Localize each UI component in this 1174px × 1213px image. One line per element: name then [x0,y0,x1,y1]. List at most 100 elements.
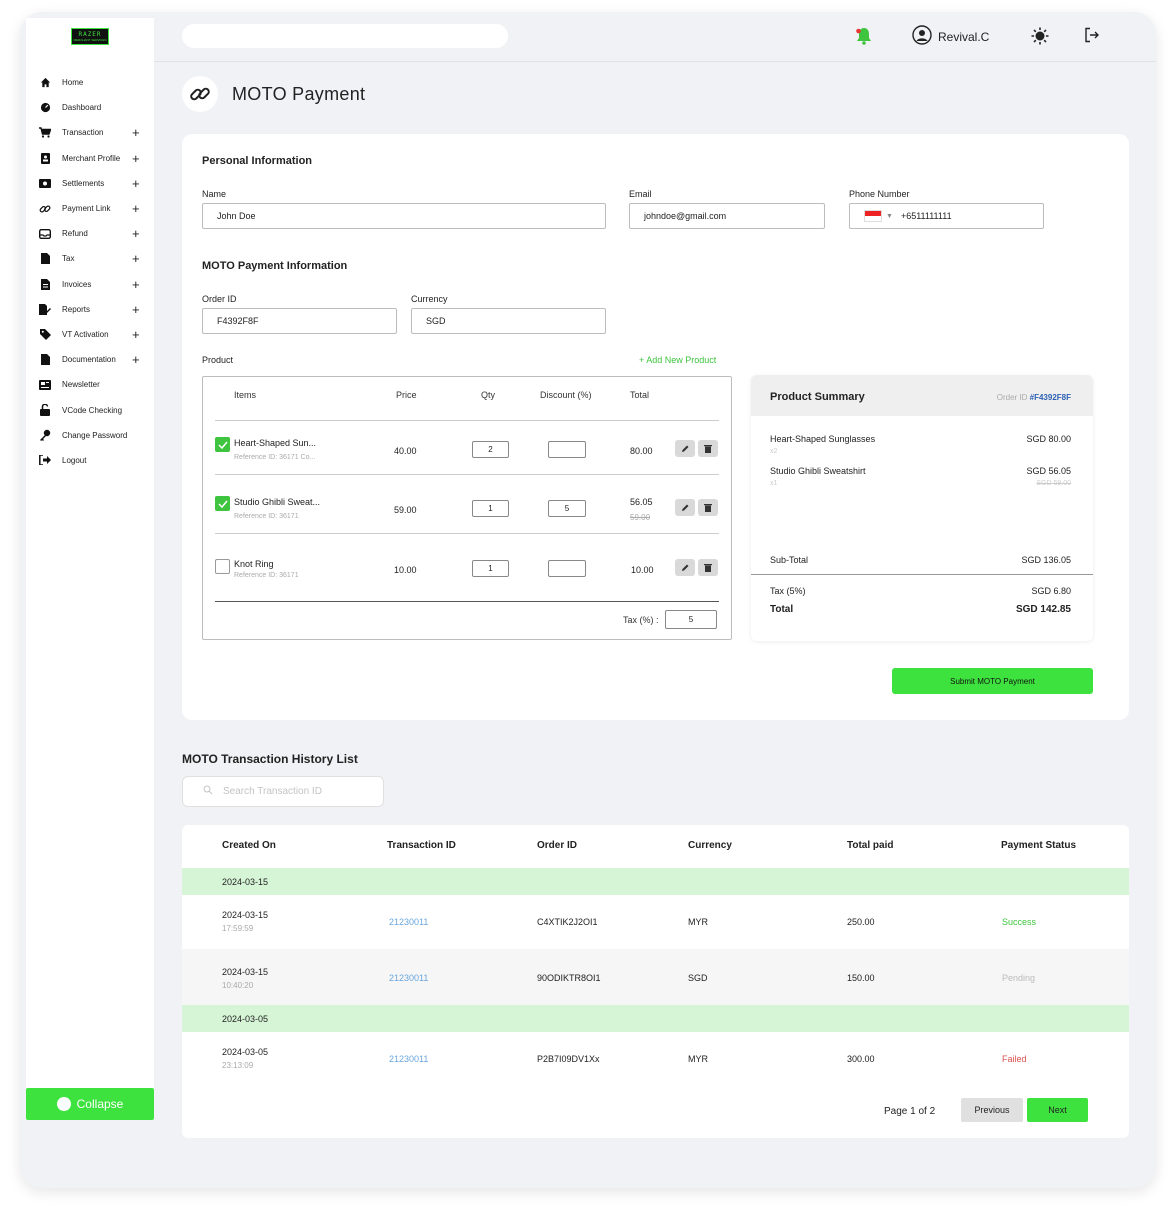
sidebar-item-label: Invoices [62,279,92,289]
sidebar-item-label: Logout [62,455,87,465]
status-badge: Pending [1002,973,1036,983]
transaction-id-link[interactable]: 21230011 [389,973,428,983]
phone-field[interactable]: ▼ +6511111111 [849,203,1044,229]
tax-input[interactable]: 5 [665,610,717,629]
qty-input[interactable]: 1 [472,560,509,577]
sidebar-item-change-password[interactable]: Change Password [26,423,154,448]
delete-button[interactable] [698,499,718,516]
collapse-label: Collapse [76,1097,124,1111]
delete-button[interactable] [698,440,718,457]
product-reference: Reference ID: 36171 Co... [234,454,316,461]
expand-icon[interactable]: + [132,278,140,291]
summary-item-old-price: SGD 59.00 [1036,480,1071,487]
theme-toggle-icon[interactable] [1031,27,1049,45]
add-new-product-link[interactable]: + Add New Product [639,355,716,365]
sidebar-item-payment-link[interactable]: Payment Link + [26,196,154,221]
discount-input[interactable] [548,560,586,577]
edit-button[interactable] [675,440,695,457]
page-title: MOTO Payment [232,83,366,104]
expand-icon[interactable]: + [132,353,140,366]
created-time: 10:40:20 [222,981,254,990]
edit-button[interactable] [675,499,695,516]
table-row[interactable]: 2024-03-15 17:59:59 21230011 C4XTIK2J2OI… [182,895,1129,947]
discount-input[interactable] [548,441,586,458]
sidebar-item-logout[interactable]: Logout [26,448,154,473]
phone-value: +6511111111 [900,211,952,221]
created-date: 2024-03-15 [222,967,269,977]
email-field[interactable]: johndoe@gmail.com [629,203,825,229]
email-label: Email [629,189,652,199]
sidebar-item-tax[interactable]: Tax + [26,246,154,271]
sidebar-item-newsletter[interactable]: Newsletter [26,372,154,397]
name-field[interactable]: John Doe [202,203,606,229]
previous-button[interactable]: Previous [961,1098,1023,1122]
caret-down-icon[interactable]: ▼ [886,213,893,220]
user-menu[interactable]: Revival.C [912,25,989,48]
singapore-flag-icon[interactable] [864,210,882,222]
sidebar-item-vcode-checking[interactable]: VCode Checking [26,397,154,422]
sidebar-item-reports[interactable]: Reports + [26,297,154,322]
order-id-field[interactable]: F4392F8F [202,308,397,334]
sidebar-item-refund[interactable]: Refund + [26,221,154,246]
product-checkbox-checked[interactable] [215,437,230,452]
date-group-header: 2024-03-05 [182,1005,1129,1032]
expand-icon[interactable]: + [132,252,140,265]
expand-icon[interactable]: + [132,227,140,240]
sidebar-item-home[interactable]: Home [26,70,154,95]
product-total: 56.05 [630,497,653,507]
expand-icon[interactable]: + [132,202,140,215]
column-header-total: Total [630,390,650,400]
transaction-id-link[interactable]: 21230011 [389,1054,428,1064]
summary-item-price: SGD 80.00 [1026,434,1071,444]
divider [215,533,719,534]
product-checkbox-unchecked[interactable] [215,559,230,574]
currency-field[interactable]: SGD [411,308,606,334]
sidebar-item-merchant-profile[interactable]: Merchant Profile + [26,146,154,171]
discount-input[interactable]: 5 [548,500,586,517]
edit-button[interactable] [675,559,695,576]
sidebar-item-vt-activation[interactable]: VT Activation + [26,322,154,347]
table-row[interactable]: 2024-03-05 23:13:09 21230011 P2B7I09DV1X… [182,1032,1129,1084]
transaction-id-link[interactable]: 21230011 [389,917,428,927]
summary-item-name: Heart-Shaped Sunglasses [770,434,876,444]
sidebar-item-invoices[interactable]: Invoices + [26,272,154,297]
notification-bell-icon[interactable] [854,26,874,46]
sidebar-item-settlements[interactable]: Settlements + [26,171,154,196]
delete-button[interactable] [698,559,718,576]
global-search-input[interactable] [182,24,508,48]
total-paid: 150.00 [847,973,875,983]
expand-icon[interactable]: + [132,303,140,316]
summary-order-number: #F4392F8F [1029,393,1071,402]
expand-icon[interactable]: + [132,177,140,190]
submit-moto-payment-button[interactable]: Submit MOTO Payment [892,668,1093,694]
created-date: 2024-03-05 [222,1047,269,1057]
table-row[interactable]: 2024-03-15 10:40:20 21230011 90ODIKTR8OI… [182,949,1129,1005]
sidebar-item-label: Reports [62,304,91,314]
personal-info-title: Personal Information [202,155,313,167]
sidebar-item-dashboard[interactable]: Dashboard [26,95,154,120]
next-button[interactable]: Next [1027,1098,1088,1122]
product-total: 80.00 [630,446,653,456]
collapse-button[interactable]: Collapse [26,1088,154,1120]
sidebar-item-documentation[interactable]: Documentation + [26,347,154,372]
column-header-price: Price [396,390,417,400]
summary-header: Product Summary Order ID #F4392F8F [751,375,1093,416]
expand-icon[interactable]: + [132,328,140,341]
razer-logo[interactable]: RAZER MERCHANT SERVICES [71,28,109,45]
sidebar-item-transaction[interactable]: Transaction + [26,120,154,145]
transaction-search-input[interactable]: Search Transaction ID [182,776,384,807]
logout-icon [38,453,52,467]
tax-summary-label: Tax (5%) [770,586,806,596]
product-checkbox-checked[interactable] [215,496,230,511]
order-id-label: Order ID [202,294,237,304]
invoice-icon [38,277,52,291]
qty-input[interactable]: 2 [472,441,509,458]
signout-icon[interactable] [1084,27,1102,45]
column-header-qty: Qty [481,390,496,400]
qty-input[interactable]: 1 [472,500,509,517]
expand-icon[interactable]: + [132,152,140,165]
expand-icon[interactable]: + [132,126,140,139]
total-value: SGD 142.85 [1015,604,1071,615]
moto-payment-form: Personal Information Name John Doe Email… [182,134,1129,720]
group-date: 2024-03-05 [222,1014,269,1024]
